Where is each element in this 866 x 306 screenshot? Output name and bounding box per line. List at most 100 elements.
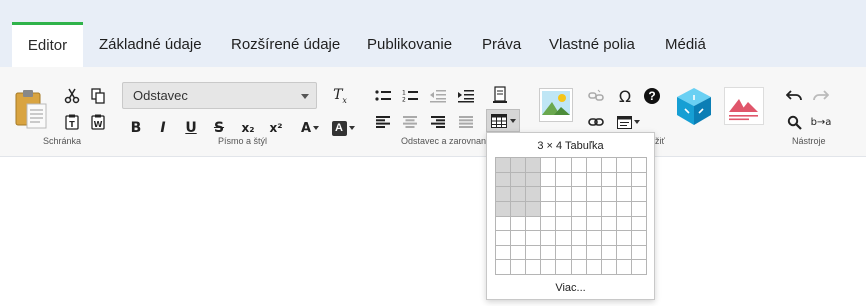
replace-button[interactable]: b→a — [809, 111, 833, 133]
table-size-cell[interactable] — [511, 158, 527, 173]
table-size-cell[interactable] — [526, 245, 542, 261]
help-button[interactable]: ? — [642, 86, 662, 106]
align-left-button[interactable] — [373, 112, 393, 132]
bulleted-list-button[interactable] — [373, 86, 393, 106]
table-size-cell[interactable] — [496, 245, 512, 261]
table-size-cell[interactable] — [631, 158, 647, 173]
table-size-cell[interactable] — [631, 245, 647, 261]
insert-image-button[interactable] — [538, 86, 574, 124]
align-justify-button[interactable] — [456, 112, 476, 132]
table-size-cell[interactable] — [586, 201, 602, 217]
unlink-button[interactable] — [586, 86, 606, 106]
table-size-cell[interactable] — [631, 201, 647, 217]
redo-button[interactable] — [811, 86, 831, 106]
table-size-cell[interactable] — [541, 260, 557, 275]
table-size-cell[interactable] — [571, 187, 587, 202]
paste-button[interactable] — [12, 86, 50, 132]
table-size-cell[interactable] — [526, 231, 542, 246]
table-size-cell[interactable] — [571, 201, 587, 217]
tab-rozsirene-udaje[interactable]: Rozšírené údaje — [231, 22, 340, 67]
table-size-cell[interactable] — [511, 245, 527, 261]
background-color-button[interactable]: A — [330, 118, 356, 138]
table-size-cell[interactable] — [571, 158, 587, 173]
decrease-indent-button[interactable] — [428, 86, 448, 106]
tab-editor[interactable]: Editor — [12, 22, 83, 67]
table-size-cell[interactable] — [631, 260, 647, 275]
table-size-cell[interactable] — [496, 187, 512, 202]
tab-zakladne-udaje[interactable]: Základné údaje — [99, 22, 202, 67]
remove-format-button[interactable]: Tx — [330, 86, 350, 106]
insert-3d-object-button[interactable] — [672, 84, 716, 128]
align-right-button[interactable] — [428, 112, 448, 132]
table-size-cell[interactable] — [511, 231, 527, 246]
table-size-cell[interactable] — [526, 260, 542, 275]
table-size-cell[interactable] — [586, 216, 602, 232]
tab-media[interactable]: Médiá — [665, 22, 706, 67]
table-size-cell[interactable] — [571, 245, 587, 261]
insert-media-button[interactable] — [723, 86, 765, 126]
table-size-cell[interactable] — [496, 158, 512, 173]
table-size-cell[interactable] — [601, 245, 617, 261]
table-size-cell[interactable] — [511, 187, 527, 202]
table-size-cell[interactable] — [571, 172, 587, 188]
table-size-cell[interactable] — [571, 216, 587, 232]
table-size-cell[interactable] — [541, 231, 557, 246]
table-size-cell[interactable] — [556, 231, 572, 246]
italic-button[interactable]: I — [154, 118, 172, 138]
more-table-options-link[interactable]: Viac... — [487, 282, 654, 294]
paste-text-button[interactable]: T — [62, 112, 82, 132]
table-size-cell[interactable] — [586, 172, 602, 188]
increase-indent-button[interactable] — [456, 86, 476, 106]
table-size-cell[interactable] — [616, 201, 632, 217]
format-select[interactable]: Odstavec — [122, 82, 317, 109]
table-size-cell[interactable] — [616, 260, 632, 275]
undo-button[interactable] — [784, 86, 804, 106]
table-size-cell[interactable] — [556, 245, 572, 261]
blockquote-button[interactable] — [490, 84, 510, 106]
table-size-cell[interactable] — [496, 172, 512, 188]
table-size-cell[interactable] — [541, 201, 557, 217]
table-size-cell[interactable] — [601, 172, 617, 188]
table-size-cell[interactable] — [556, 201, 572, 217]
table-size-cell[interactable] — [631, 172, 647, 188]
table-size-cell[interactable] — [556, 158, 572, 173]
table-size-cell[interactable] — [586, 260, 602, 275]
table-size-cell[interactable] — [511, 172, 527, 188]
table-size-cell[interactable] — [616, 158, 632, 173]
table-size-cell[interactable] — [526, 158, 542, 173]
align-center-button[interactable] — [400, 112, 420, 132]
table-size-cell[interactable] — [601, 201, 617, 217]
table-size-cell[interactable] — [601, 260, 617, 275]
superscript-button[interactable]: x² — [266, 118, 286, 138]
table-size-cell[interactable] — [526, 187, 542, 202]
table-size-cell[interactable] — [526, 216, 542, 232]
table-size-cell[interactable] — [541, 158, 557, 173]
subscript-button[interactable]: x₂ — [238, 118, 258, 138]
table-size-cell[interactable] — [586, 187, 602, 202]
table-size-cell[interactable] — [586, 231, 602, 246]
copy-button[interactable] — [88, 86, 108, 106]
insert-template-button[interactable] — [614, 112, 642, 132]
table-size-cell[interactable] — [541, 216, 557, 232]
table-size-cell[interactable] — [496, 201, 512, 217]
table-size-cell[interactable] — [631, 216, 647, 232]
table-size-cell[interactable] — [556, 260, 572, 275]
tab-vlastne-polia[interactable]: Vlastné polia — [549, 22, 635, 67]
table-size-cell[interactable] — [631, 187, 647, 202]
table-size-cell[interactable] — [616, 231, 632, 246]
table-size-cell[interactable] — [616, 172, 632, 188]
table-size-cell[interactable] — [601, 187, 617, 202]
table-size-cell[interactable] — [571, 260, 587, 275]
table-size-cell[interactable] — [541, 245, 557, 261]
table-size-cell[interactable] — [556, 172, 572, 188]
table-size-cell[interactable] — [496, 260, 512, 275]
link-button[interactable] — [586, 112, 606, 132]
table-size-cell[interactable] — [601, 216, 617, 232]
table-size-cell[interactable] — [496, 216, 512, 232]
font-color-button[interactable]: A — [298, 118, 322, 138]
bold-button[interactable]: B — [127, 118, 145, 138]
table-size-cell[interactable] — [496, 231, 512, 246]
table-button[interactable] — [486, 109, 520, 132]
table-size-cell[interactable] — [601, 231, 617, 246]
table-size-cell[interactable] — [616, 245, 632, 261]
